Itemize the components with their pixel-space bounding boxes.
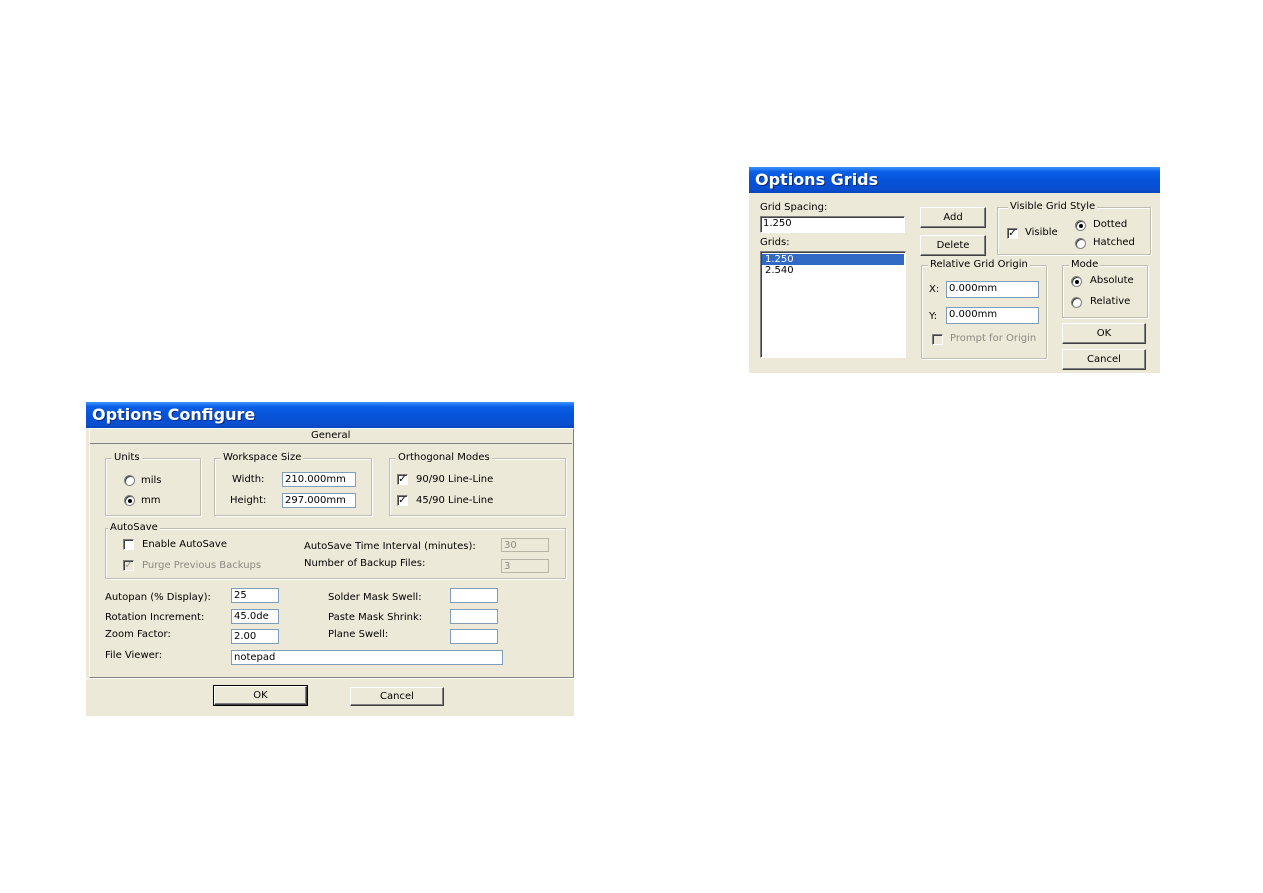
grids-label: Grids: bbox=[760, 237, 790, 248]
autosave-interval-label: AutoSave Time Interval (minutes): bbox=[304, 541, 476, 552]
grids-cancel-button[interactable]: Cancel bbox=[1062, 349, 1146, 370]
zoom-label: Zoom Factor: bbox=[105, 629, 171, 640]
purge-backups-checkbox[interactable]: ✓ bbox=[123, 560, 134, 571]
prompt-origin-label: Prompt for Origin bbox=[950, 333, 1037, 344]
visible-grid-style-legend: Visible Grid Style bbox=[1008, 201, 1098, 213]
hatched-radio[interactable] bbox=[1075, 238, 1086, 249]
height-label: Height: bbox=[230, 495, 267, 506]
mode-45-label: 45/90 Line-Line bbox=[416, 495, 494, 506]
grids-title-bar[interactable]: Options Grids bbox=[749, 167, 1160, 193]
origin-y-input[interactable]: 0.000mm bbox=[946, 307, 1039, 324]
file-viewer-input[interactable]: notepad bbox=[231, 650, 503, 665]
units-legend: Units bbox=[112, 452, 142, 464]
solder-mask-label: Solder Mask Swell: bbox=[328, 592, 422, 603]
footer-divider bbox=[86, 678, 574, 679]
autopan-input[interactable]: 25 bbox=[231, 588, 279, 603]
mode-group: Mode bbox=[1062, 259, 1148, 318]
orthogonal-legend: Orthogonal Modes bbox=[396, 452, 492, 464]
relative-label: Relative bbox=[1090, 296, 1131, 307]
options-grids-dialog: Options Grids Grid Spacing: 1.250 Grids:… bbox=[749, 167, 1160, 373]
dotted-radio[interactable] bbox=[1075, 220, 1086, 231]
relative-radio[interactable] bbox=[1071, 297, 1082, 308]
purge-backups-label: Purge Previous Backups bbox=[142, 560, 262, 571]
mode-45-checkbox[interactable]: ✓ bbox=[397, 495, 408, 506]
paste-mask-label: Paste Mask Shrink: bbox=[328, 612, 423, 623]
rotation-label: Rotation Increment: bbox=[105, 612, 205, 623]
absolute-label: Absolute bbox=[1090, 275, 1134, 286]
configure-title-bar[interactable]: Options Configure bbox=[86, 402, 574, 428]
width-label: Width: bbox=[232, 474, 265, 485]
grid-spacing-input[interactable]: 1.250 bbox=[760, 216, 905, 233]
units-mm-radio[interactable] bbox=[124, 495, 135, 506]
grids-listbox[interactable]: 1.250 2.540 bbox=[760, 251, 906, 358]
absolute-radio[interactable] bbox=[1071, 276, 1082, 287]
file-viewer-label: File Viewer: bbox=[105, 650, 163, 661]
add-button[interactable]: Add bbox=[920, 207, 986, 228]
grids-ok-button[interactable]: OK bbox=[1062, 323, 1146, 344]
visible-checkbox[interactable]: ✓ bbox=[1007, 228, 1018, 239]
dotted-label: Dotted bbox=[1093, 219, 1128, 230]
mode-90-checkbox[interactable]: ✓ bbox=[397, 474, 408, 485]
delete-button[interactable]: Delete bbox=[920, 235, 986, 256]
origin-x-label: X: bbox=[929, 284, 940, 295]
grid-spacing-label: Grid Spacing: bbox=[760, 202, 828, 213]
solder-mask-input[interactable] bbox=[450, 588, 498, 603]
enable-autosave-label: Enable AutoSave bbox=[142, 539, 228, 550]
configure-ok-button[interactable]: OK bbox=[213, 685, 308, 706]
units-mils-label: mils bbox=[141, 475, 162, 486]
orthogonal-group: Orthogonal Modes bbox=[389, 452, 566, 516]
autosave-legend: AutoSave bbox=[108, 522, 160, 534]
zoom-input[interactable]: 2.00 bbox=[231, 629, 279, 644]
backup-files-input[interactable]: 3 bbox=[501, 559, 549, 573]
autopan-label: Autopan (% Display): bbox=[105, 592, 211, 603]
paste-mask-input[interactable] bbox=[450, 609, 498, 624]
height-input[interactable]: 297.000mm bbox=[282, 493, 356, 508]
grid-list-item[interactable]: 2.540 bbox=[762, 265, 904, 276]
workspace-legend: Workspace Size bbox=[221, 452, 304, 464]
backup-files-label: Number of Backup Files: bbox=[304, 558, 426, 569]
enable-autosave-checkbox[interactable] bbox=[123, 539, 134, 550]
prompt-origin-checkbox[interactable] bbox=[932, 334, 943, 345]
mode-90-label: 90/90 Line-Line bbox=[416, 474, 494, 485]
plane-swell-label: Plane Swell: bbox=[328, 629, 389, 640]
origin-y-label: Y: bbox=[929, 311, 938, 322]
options-configure-dialog: Options Configure General Units mils mm … bbox=[86, 402, 574, 716]
width-input[interactable]: 210.000mm bbox=[282, 472, 356, 487]
tab-divider bbox=[90, 443, 572, 444]
mode-legend: Mode bbox=[1069, 259, 1101, 271]
autosave-interval-input[interactable]: 30 bbox=[501, 538, 549, 552]
relative-grid-origin-legend: Relative Grid Origin bbox=[928, 259, 1030, 271]
origin-x-input[interactable]: 0.000mm bbox=[946, 281, 1039, 298]
plane-swell-input[interactable] bbox=[450, 629, 498, 644]
units-group: Units bbox=[105, 452, 201, 516]
units-mm-label: mm bbox=[141, 495, 161, 506]
grid-list-item[interactable]: 1.250 bbox=[762, 254, 904, 265]
configure-cancel-button[interactable]: Cancel bbox=[350, 687, 444, 706]
hatched-label: Hatched bbox=[1093, 237, 1135, 248]
units-mils-radio[interactable] bbox=[124, 475, 135, 486]
visible-label: Visible bbox=[1025, 227, 1058, 238]
rotation-input[interactable]: 45.0de bbox=[231, 609, 279, 624]
tab-general[interactable]: General bbox=[311, 430, 350, 442]
